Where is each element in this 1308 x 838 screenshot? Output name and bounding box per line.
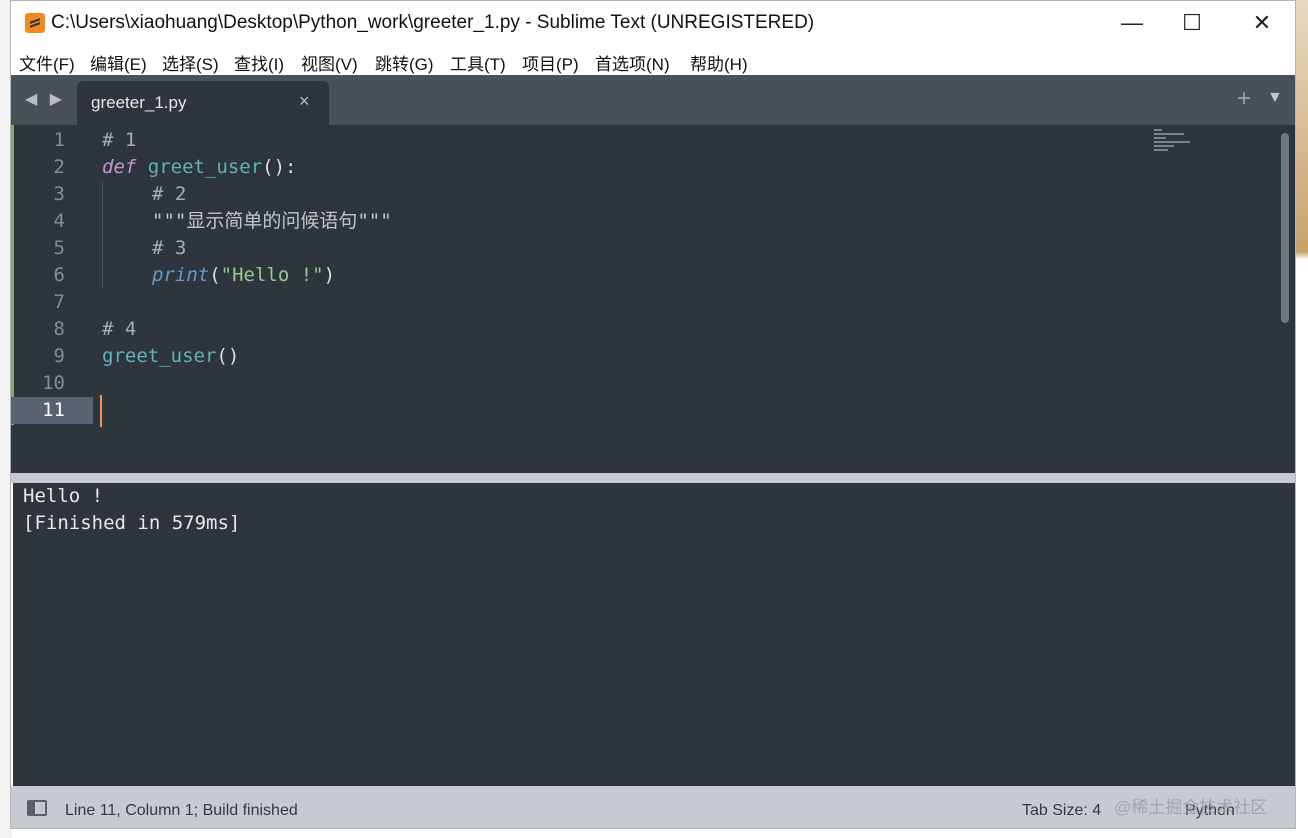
menu-find[interactable]: 查找(I) bbox=[234, 50, 284, 75]
menu-selection[interactable]: 选择(S) bbox=[162, 50, 219, 75]
code-punctuation: () bbox=[216, 345, 240, 367]
minimap[interactable] bbox=[1154, 127, 1200, 161]
cursor-position-status: Line 11, Column 1; Build finished bbox=[65, 802, 298, 819]
output-line: Hello ! bbox=[23, 485, 104, 507]
new-tab-icon[interactable]: + bbox=[1237, 85, 1251, 113]
code-line-2: def greet_user(): bbox=[102, 154, 297, 181]
editor-scrollbar[interactable] bbox=[1281, 133, 1289, 469]
editor-scrollbar-thumb[interactable] bbox=[1281, 133, 1289, 323]
code-editor[interactable]: 1 2 3 4 5 6 7 8 9 10 11 # 1 def greet_us… bbox=[11, 125, 1295, 473]
builtin-print: print bbox=[152, 264, 210, 286]
code-punctuation: (): bbox=[262, 156, 297, 178]
menu-goto[interactable]: 跳转(G) bbox=[375, 50, 434, 75]
line-number-current: 11 bbox=[11, 397, 93, 424]
menu-tools[interactable]: 工具(T) bbox=[450, 50, 506, 75]
watermark: @稀土掘金技术社区 bbox=[1114, 798, 1268, 817]
line-number: 9 bbox=[53, 345, 65, 367]
code-punctuation: ( bbox=[209, 264, 221, 286]
code-line-1: # 1 bbox=[102, 129, 137, 151]
tab-menu-icon[interactable]: ▼ bbox=[1267, 89, 1283, 107]
sublime-text-icon bbox=[25, 13, 45, 33]
status-bar: Line 11, Column 1; Build finished Tab Si… bbox=[11, 786, 1295, 828]
function-name: greet_user bbox=[147, 156, 263, 178]
line-number: 6 bbox=[53, 264, 65, 286]
keyword-def: def bbox=[102, 156, 137, 178]
tab-nav-arrows-icon[interactable]: ◀ ▶ bbox=[25, 89, 66, 109]
line-number: 4 bbox=[53, 210, 65, 232]
menu-preferences[interactable]: 首选项(N) bbox=[595, 50, 670, 75]
indent-guide bbox=[102, 181, 103, 289]
line-number: 10 bbox=[42, 372, 65, 394]
line-number: 2 bbox=[53, 156, 65, 178]
menu-help[interactable]: 帮助(H) bbox=[690, 50, 748, 75]
menu-edit[interactable]: 编辑(E) bbox=[90, 50, 147, 75]
line-number: 3 bbox=[53, 183, 65, 205]
string-literal: "Hello !" bbox=[220, 264, 324, 286]
tab-greeter-1[interactable]: greeter_1.py × bbox=[77, 81, 329, 125]
menu-project[interactable]: 项目(P) bbox=[522, 50, 579, 75]
code-line-9: greet_user() bbox=[102, 343, 239, 370]
function-call: greet_user bbox=[102, 345, 217, 367]
code-punctuation: ) bbox=[323, 264, 336, 286]
panel-divider[interactable] bbox=[11, 473, 1295, 483]
line-number: 7 bbox=[53, 291, 65, 313]
line-number: 8 bbox=[53, 318, 65, 340]
text-cursor bbox=[100, 395, 102, 427]
tab-size-indicator[interactable]: Tab Size: 4 bbox=[1022, 802, 1101, 820]
close-button[interactable]: ✕ bbox=[1227, 1, 1297, 45]
sublime-window: C:\Users\xiaohuang\Desktop\Python_work\g… bbox=[10, 0, 1296, 829]
line-number: 1 bbox=[53, 129, 65, 151]
code-line-5: # 3 bbox=[152, 237, 187, 259]
line-number: 5 bbox=[53, 237, 65, 259]
window-title: C:\Users\xiaohuang\Desktop\Python_work\g… bbox=[51, 12, 815, 33]
tab-close-icon[interactable]: × bbox=[299, 91, 310, 112]
menu-view[interactable]: 视图(V) bbox=[301, 50, 358, 75]
build-output-panel[interactable]: Hello ! [Finished in 579ms] bbox=[13, 483, 1295, 786]
maximize-button[interactable]: ☐ bbox=[1157, 1, 1227, 45]
menu-file[interactable]: 文件(F) bbox=[19, 50, 75, 75]
menu-bar: 文件(F) 编辑(E) 选择(S) 查找(I) 视图(V) 跳转(G) 工具(T… bbox=[11, 45, 1295, 75]
desktop-background-right bbox=[1296, 0, 1308, 838]
tab-bar: ◀ ▶ greeter_1.py × + ▼ bbox=[11, 75, 1295, 125]
output-line: [Finished in 579ms] bbox=[23, 512, 241, 534]
tab-label: greeter_1.py bbox=[91, 93, 187, 112]
title-bar: C:\Users\xiaohuang\Desktop\Python_work\g… bbox=[11, 1, 1295, 45]
code-line-6: print("Hello !") bbox=[152, 262, 335, 289]
code-line-3: # 2 bbox=[152, 183, 187, 205]
show-panel-icon[interactable] bbox=[27, 800, 47, 816]
code-line-8: # 4 bbox=[102, 318, 137, 340]
code-line-4-docstring: """显示简单的问候语句""" bbox=[152, 210, 392, 232]
